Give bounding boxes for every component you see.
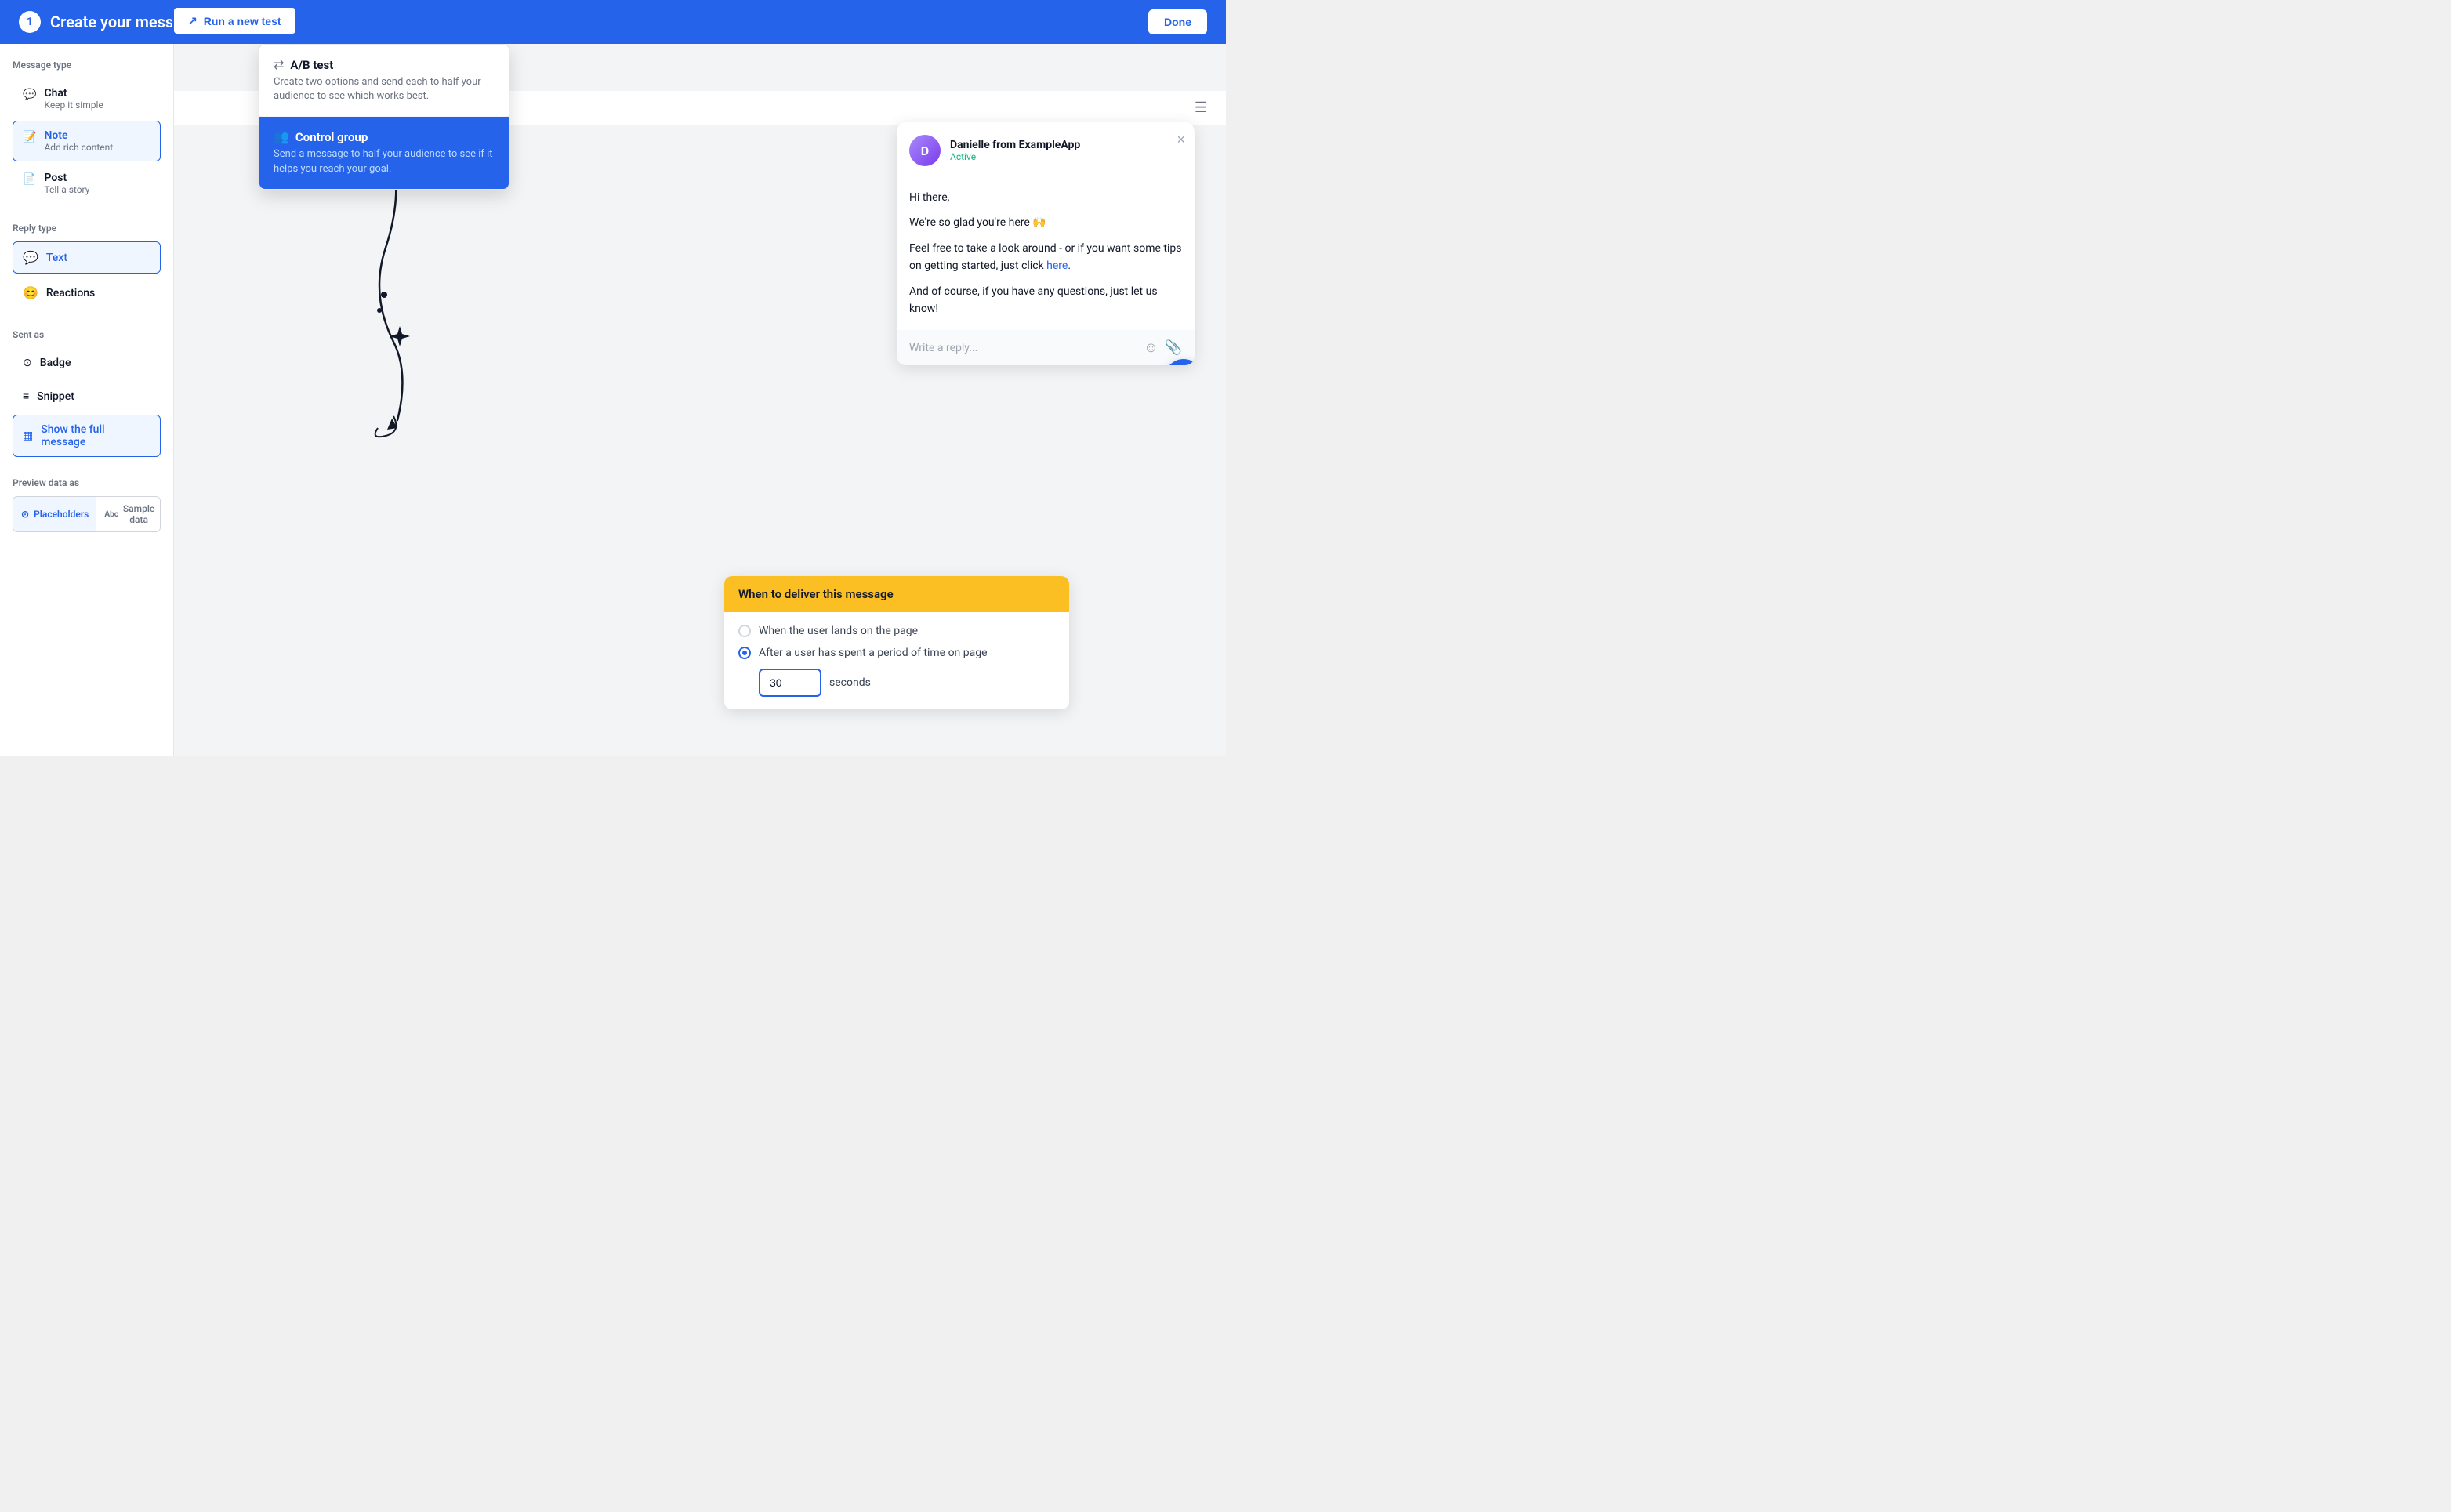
- delivery-card-body: When the user lands on the page After a …: [724, 612, 1069, 709]
- message-type-post[interactable]: 📄 Post Tell a story: [13, 163, 161, 204]
- preview-data-section: Preview data as ⊙ Placeholders Abc Sampl…: [13, 477, 161, 532]
- full-message-label: Show the full message: [41, 423, 150, 448]
- control-group-title: Control group: [295, 130, 368, 144]
- post-title: Post: [44, 172, 89, 184]
- reply-type-reactions[interactable]: 😊 Reactions: [13, 277, 161, 309]
- sender-status: Active: [950, 151, 1080, 162]
- done-button[interactable]: Done: [1148, 9, 1207, 34]
- preview-toggle: ⊙ Placeholders Abc Sample data: [13, 496, 161, 532]
- reply-type-section: Reply type 💬 Text 😊 Reactions: [13, 223, 161, 310]
- test-icon: ↗: [188, 14, 198, 27]
- control-group-icon: 👥: [274, 129, 289, 144]
- reply-reactions-label: Reactions: [46, 287, 95, 299]
- emoji-icon[interactable]: ☺: [1144, 339, 1158, 356]
- ab-test-icon: ⇄: [274, 57, 284, 72]
- sent-as-full-message[interactable]: ▦ Show the full message: [13, 415, 161, 457]
- preview-placeholders[interactable]: ⊙ Placeholders: [13, 497, 96, 531]
- full-message-icon: ▦: [23, 430, 33, 442]
- main-layout: Message type 💬 Chat Keep it simple 📝 Not…: [0, 44, 1226, 756]
- message-type-group: 💬 Chat Keep it simple 📝 Note Add rich co…: [13, 78, 161, 204]
- message-link[interactable]: here: [1046, 259, 1068, 272]
- close-message-card-button[interactable]: ×: [1177, 132, 1185, 148]
- sent-as-snippet[interactable]: ≡ Snippet: [13, 381, 161, 412]
- sent-as-section: Sent as ⊙ Badge ≡ Snippet ▦ Show the ful…: [13, 329, 161, 459]
- center-area: ☰ ⇄ A/B test Create two options and send…: [174, 44, 1226, 756]
- message-line-2: We're so glad you're here 🙌: [909, 214, 1182, 231]
- sample-data-label: Sample data: [123, 503, 154, 525]
- ab-test-desc: Create two options and send each to half…: [274, 75, 495, 103]
- reply-actions: ☺ 📎: [1144, 339, 1182, 356]
- sent-as-label: Sent as: [13, 329, 161, 340]
- message-line-4: And of course, if you have any questions…: [909, 283, 1182, 318]
- message-line-1: Hi there,: [909, 189, 1182, 206]
- badge-label: Badge: [40, 357, 71, 369]
- message-reply-area: Write a reply... ☺ 📎: [897, 330, 1195, 365]
- left-panel: Message type 💬 Chat Keep it simple 📝 Not…: [0, 44, 174, 756]
- seconds-row: seconds: [759, 669, 1055, 697]
- note-icon: 📝: [23, 131, 36, 143]
- control-group-desc: Send a message to half your audience to …: [274, 147, 495, 176]
- note-subtitle: Add rich content: [44, 142, 113, 153]
- message-line-3: Feel free to take a look around - or if …: [909, 240, 1182, 275]
- delivery-option-lands-label: When the user lands on the page: [759, 625, 918, 637]
- step-badge: 1: [19, 11, 41, 33]
- message-type-note[interactable]: 📝 Note Add rich content: [13, 121, 161, 161]
- radio-time[interactable]: [738, 647, 751, 659]
- radio-lands[interactable]: [738, 625, 751, 637]
- reply-type-text[interactable]: 💬 Text: [13, 241, 161, 274]
- note-title: Note: [44, 129, 113, 142]
- run-new-test-button[interactable]: ↗ Run a new test: [172, 6, 297, 35]
- chat-title: Chat: [44, 87, 103, 100]
- message-type-label: Message type: [13, 60, 161, 71]
- reply-type-group: 💬 Text 😊 Reactions: [13, 241, 161, 310]
- message-preview-card: D Danielle from ExampleApp Active × Hi t…: [897, 122, 1195, 365]
- badge-icon: ⊙: [23, 357, 32, 369]
- preview-data-label: Preview data as: [13, 477, 161, 488]
- message-body: Hi there, We're so glad you're here 🙌 Fe…: [897, 176, 1195, 330]
- header: 1 Create your message ↗ Run a new test D…: [0, 0, 1226, 44]
- reply-type-label: Reply type: [13, 223, 161, 234]
- delivery-card-header: When to deliver this message: [724, 576, 1069, 612]
- avatar: D: [909, 135, 941, 166]
- message-card-header: D Danielle from ExampleApp Active ×: [897, 122, 1195, 176]
- sample-data-icon: Abc: [104, 510, 118, 519]
- reply-text-label: Text: [46, 252, 67, 264]
- avatar-image: D: [909, 135, 941, 166]
- sender-info: Danielle from ExampleApp Active: [950, 139, 1080, 162]
- run-test-label: Run a new test: [204, 15, 281, 27]
- reactions-icon: 😊: [23, 285, 38, 300]
- dropdown-ab-test[interactable]: ⇄ A/B test Create two options and send e…: [259, 45, 509, 117]
- sent-as-group: ⊙ Badge ≡ Snippet ▦ Show the full messag…: [13, 348, 161, 459]
- delivery-card: When to deliver this message When the us…: [724, 576, 1069, 709]
- ab-test-title: A/B test: [290, 58, 333, 72]
- chat-icon: 💬: [23, 89, 36, 101]
- snippet-icon: ≡: [23, 390, 29, 403]
- run-test-dropdown: ⇄ A/B test Create two options and send e…: [259, 44, 509, 190]
- sent-as-badge[interactable]: ⊙ Badge: [13, 348, 161, 378]
- reply-input-placeholder[interactable]: Write a reply...: [909, 342, 1137, 354]
- message-type-chat[interactable]: 💬 Chat Keep it simple: [13, 78, 161, 119]
- sender-name: Danielle from ExampleApp: [950, 139, 1080, 151]
- preview-sample-data[interactable]: Abc Sample data: [96, 497, 161, 531]
- seconds-input[interactable]: [759, 669, 821, 697]
- chat-subtitle: Keep it simple: [44, 100, 103, 111]
- delivery-option-time-label: After a user has spent a period of time …: [759, 647, 988, 659]
- text-reply-icon: 💬: [23, 250, 38, 265]
- seconds-label: seconds: [829, 676, 871, 689]
- toolbar-menu-icon[interactable]: ☰: [1188, 96, 1213, 119]
- delivery-option-time[interactable]: After a user has spent a period of time …: [738, 647, 1055, 659]
- placeholders-icon: ⊙: [21, 509, 29, 520]
- snippet-label: Snippet: [37, 390, 74, 403]
- attachment-icon[interactable]: 📎: [1165, 339, 1182, 356]
- dropdown-control-group[interactable]: 👥 Control group Send a message to half y…: [259, 117, 509, 188]
- post-icon: 📄: [23, 173, 36, 186]
- delivery-option-lands[interactable]: When the user lands on the page: [738, 625, 1055, 637]
- post-subtitle: Tell a story: [44, 184, 89, 195]
- placeholders-label: Placeholders: [34, 509, 89, 520]
